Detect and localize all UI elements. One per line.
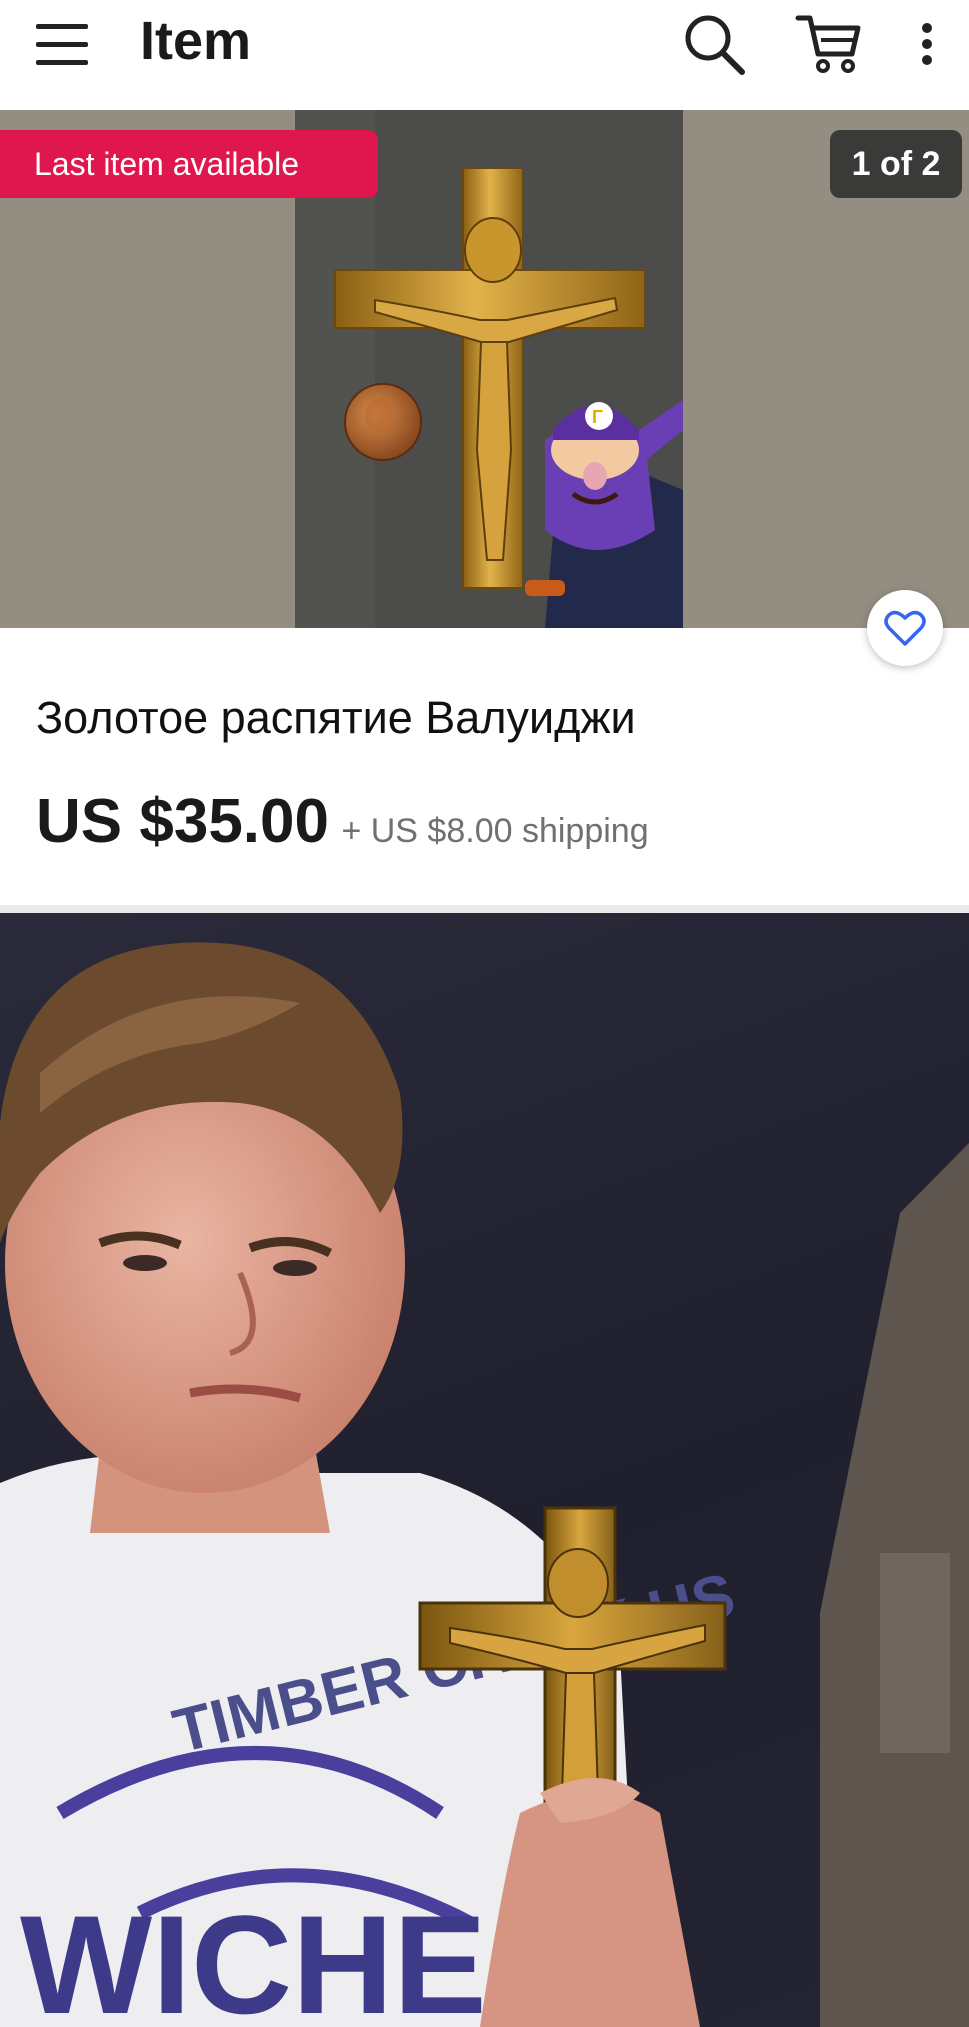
image-gallery[interactable]: Γ Last item available 1 of 2	[0, 110, 969, 628]
shipping-cost: + US $8.00 shipping	[341, 812, 649, 850]
search-icon[interactable]	[680, 10, 748, 78]
svg-text:Γ: Γ	[592, 407, 603, 427]
heart-icon	[884, 610, 926, 646]
more-options-icon[interactable]	[912, 10, 942, 78]
meme-photo: TIMBER CREEK HS WICHE	[0, 913, 969, 2027]
image-counter: 1 of 2	[830, 130, 962, 198]
last-item-badge: Last item available	[0, 130, 378, 198]
item-price: US $35.00	[36, 787, 329, 856]
top-app-bar: Item	[0, 0, 969, 110]
price-row: US $35.00 + US $8.00 shipping	[36, 786, 649, 857]
menu-icon[interactable]	[36, 22, 88, 66]
cart-icon[interactable]	[794, 10, 866, 78]
watch-button[interactable]	[867, 590, 943, 666]
page-title: Item	[140, 11, 252, 71]
boy-holding-crucifix-image: TIMBER CREEK HS WICHE	[0, 942, 969, 2027]
section-divider	[0, 905, 969, 913]
listing-title: Золотое распятие Валуиджи	[36, 692, 636, 743]
shirt-print-mid: WICHE	[20, 1886, 487, 2027]
